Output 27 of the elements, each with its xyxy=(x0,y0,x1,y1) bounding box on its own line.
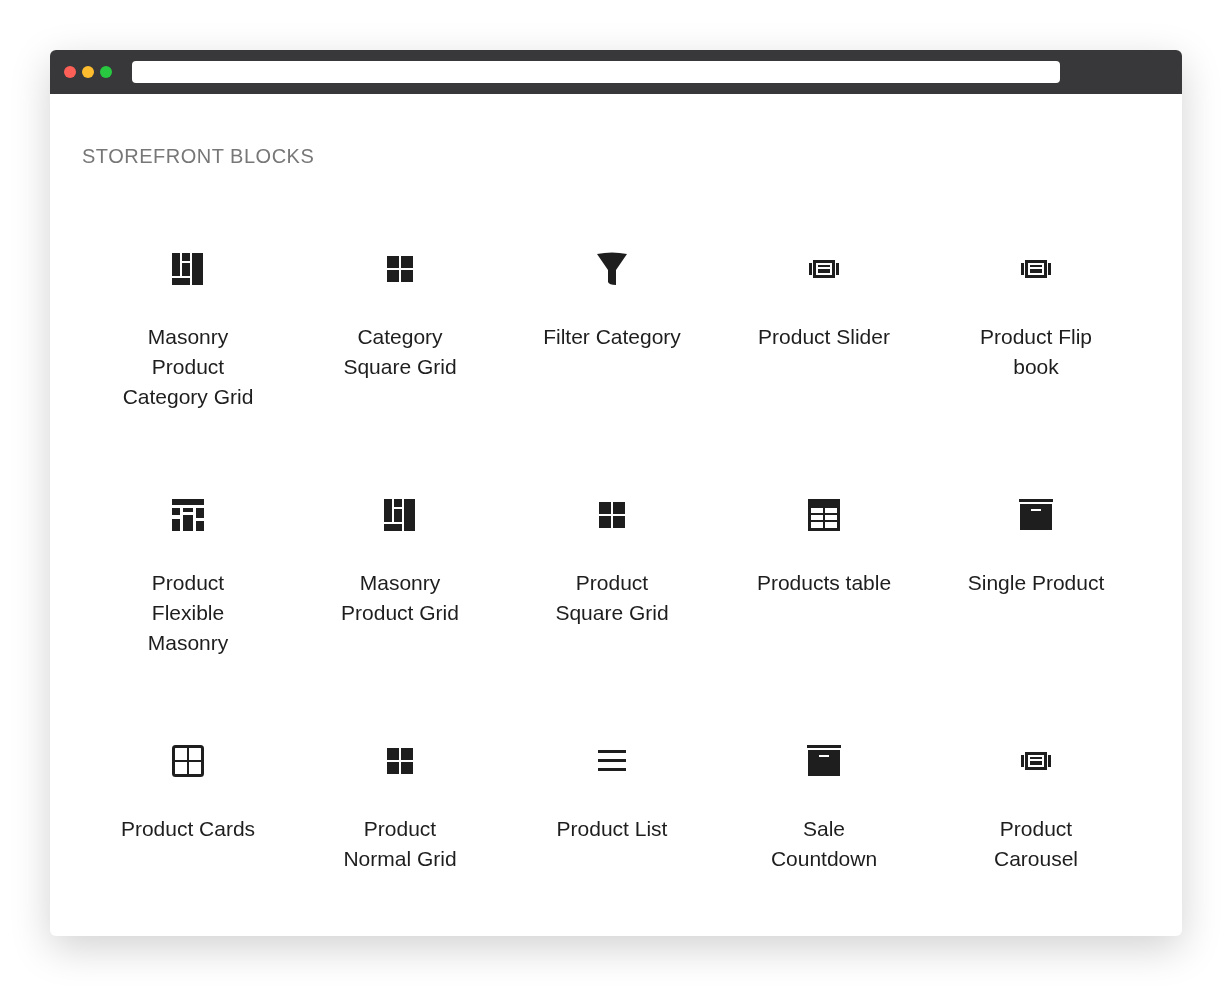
block-label[interactable]: Product Square Grid xyxy=(555,568,669,628)
table-icon xyxy=(807,498,841,532)
block-label[interactable]: Sale Countdown xyxy=(770,814,878,874)
block-label[interactable]: Product List xyxy=(556,814,668,844)
funnel-icon xyxy=(595,252,629,286)
block-label[interactable]: Product Slider xyxy=(758,322,890,352)
section-heading: STOREFRONT BLOCKS xyxy=(82,144,316,168)
zoom-dot[interactable] xyxy=(100,66,112,78)
block-label[interactable]: Product Flip book xyxy=(979,322,1092,382)
archive-box-icon xyxy=(807,744,841,778)
cards-grid-icon xyxy=(171,744,205,778)
masonry-grid-icon xyxy=(383,498,417,532)
minimize-dot[interactable] xyxy=(82,66,94,78)
block-label[interactable]: Filter Category xyxy=(543,322,681,352)
block-label[interactable]: Category Square Grid xyxy=(343,322,457,382)
close-dot[interactable] xyxy=(64,66,76,78)
masonry-grid-icon xyxy=(171,252,205,286)
archive-box-icon xyxy=(1019,498,1053,532)
block-label[interactable]: Masonry Product Category Grid xyxy=(122,322,254,412)
block-label[interactable]: Product Flexible Masonry xyxy=(147,568,229,658)
block-label[interactable]: Single Product xyxy=(967,568,1105,598)
flexible-grid-icon xyxy=(171,498,205,532)
block-label[interactable]: Product Cards xyxy=(120,814,256,844)
block-label[interactable]: Product Carousel xyxy=(993,814,1078,874)
block-label[interactable]: Product Normal Grid xyxy=(343,814,457,874)
block-label[interactable]: Products table xyxy=(756,568,892,598)
block-label[interactable]: Masonry Product Grid xyxy=(341,568,459,628)
